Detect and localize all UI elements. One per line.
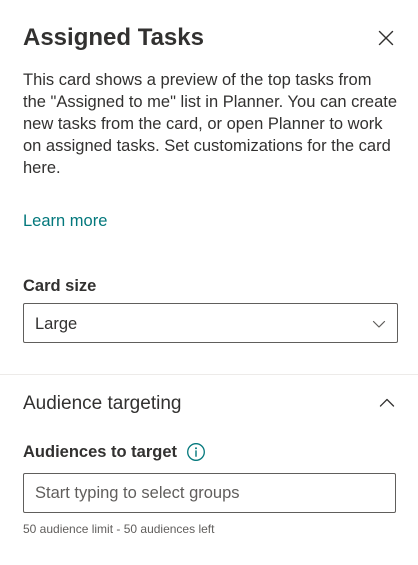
audiences-to-target-label-row: Audiences to target — [23, 441, 206, 463]
audience-targeting-title: Audience targeting — [23, 393, 182, 414]
panel-header: Assigned Tasks — [23, 22, 398, 54]
learn-more-link[interactable]: Learn more — [23, 210, 107, 232]
chevron-up-icon — [379, 398, 395, 407]
panel-title: Assigned Tasks — [23, 24, 204, 51]
audience-limit-helper: 50 audience limit - 50 audiences left — [23, 522, 215, 536]
card-size-dropdown[interactable]: Large — [23, 303, 398, 343]
audiences-to-target-label: Audiences to target — [23, 443, 178, 461]
property-pane: Assigned Tasks This card shows a preview… — [0, 0, 418, 565]
chevron-down-icon — [372, 320, 386, 328]
card-size-selected-value: Large — [35, 315, 78, 333]
close-button[interactable] — [374, 26, 398, 50]
section-divider — [0, 374, 418, 375]
audience-targeting-header[interactable]: Audience targeting — [23, 390, 398, 418]
card-size-label: Card size — [23, 277, 97, 295]
info-icon[interactable] — [186, 442, 206, 462]
panel-description: This card shows a preview of the top tas… — [23, 71, 398, 177]
audience-search-input[interactable] — [23, 473, 396, 513]
close-icon — [378, 30, 394, 46]
